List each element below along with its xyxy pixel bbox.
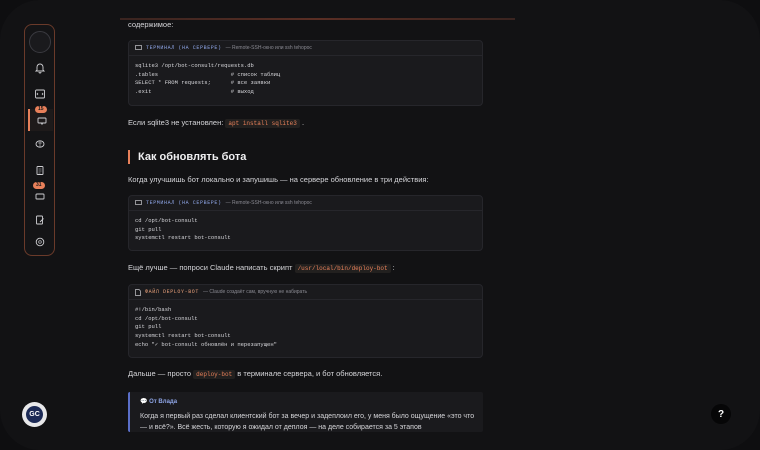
inline-code[interactable]: /usr/local/bin/deploy-bot [294, 264, 391, 273]
code-line: cd /opt/bot-consult [135, 217, 198, 224]
sidebar-badge: 31 [33, 182, 45, 189]
brand-logo[interactable]: GC [22, 402, 47, 427]
code-block-desc: — Remote-SSH-окно или ssh tehopoc [225, 200, 312, 206]
update-text: Когда улучшишь бот локально и запушишь —… [128, 175, 429, 184]
app-frame: 15 31 содержимое: ТЕРМИНАЛ (НА СЕРВЕРЕ) … [0, 0, 760, 450]
code-block-file: ФАЙЛ DEPLOY-BOT — Claude создаёт сам, вр… [128, 284, 483, 358]
code-block-tag: ФАЙЛ DEPLOY-BOT [145, 289, 200, 295]
section-heading: Как обновлять бота [128, 150, 246, 164]
note-suffix: : [392, 263, 395, 272]
code-block-body[interactable]: #!/bin/bash cd /opt/bot-consult git pull sy… [129, 300, 482, 356]
code-block-tag: ТЕРМИНАЛ (НА СЕРВЕРЕ) [146, 45, 222, 51]
code-block-tag: ТЕРМИНАЛ (НА СЕРВЕРЕ) [146, 200, 222, 206]
sidebar: 15 31 [24, 24, 55, 256]
code-line: sqlite3 /opt/bot-consult/requests.db [135, 62, 254, 69]
inline-code[interactable]: apt install sqlite3 [225, 119, 300, 128]
code-block-terminal-2: ТЕРМИНАЛ (НА СЕРВЕРЕ) — Remote-SSH-окно … [128, 195, 483, 251]
code-line: systemctl restart bot-consult [135, 332, 231, 340]
help-button[interactable]: ? [711, 404, 731, 424]
intro-text: содержимое: [128, 20, 174, 29]
note-suffix: . [301, 118, 305, 127]
edit-document-icon[interactable] [28, 209, 51, 231]
code-block-terminal-1: ТЕРМИНАЛ (НА СЕРВЕРЕ) — Remote-SSH-окно … [128, 40, 483, 106]
brain-icon[interactable] [28, 133, 51, 155]
code-window-icon[interactable] [28, 83, 51, 105]
reading-progress [120, 18, 515, 20]
code-line: git pull [135, 225, 162, 233]
code-block-header: ФАЙЛ DEPLOY-BOT — Claude создаёт сам, вр… [129, 285, 482, 300]
code-line: cd /opt/bot-consult [135, 314, 198, 322]
chat-icon[interactable] [28, 231, 51, 253]
better-note: Ещё лучше — попроси Claude написать скри… [128, 262, 395, 274]
quote-author-name: От Влада [149, 399, 178, 405]
note-suffix: в терминале сервера, и бот обновляется. [237, 369, 383, 378]
author-quote: 💬 От Влада Когда я первый раз сделал кли… [128, 392, 483, 432]
file-icon [135, 288, 141, 296]
then-note: Дальше — просто deploy-bot в терминале с… [128, 368, 382, 380]
note-text: Если sqlite3 не установлен: [128, 118, 224, 127]
code-block-body[interactable]: sqlite3 /opt/bot-consult/requests.db .tab… [129, 56, 482, 103]
sidebar-item-active[interactable]: 15 [28, 106, 53, 131]
note-text: Дальше — просто [128, 369, 192, 378]
logo-text: GC [26, 406, 43, 423]
note-text: Ещё лучше — попроси Claude написать скри… [128, 263, 293, 272]
code-line: echo "✓ bot-consult обновлён и перезапущ… [135, 340, 277, 348]
sidebar-item-badge[interactable]: 31 [28, 182, 51, 207]
code-line: SELECT * FROM requests; # все заявки [135, 79, 271, 87]
quote-text: Когда я первый раз сделал клиентский бот… [140, 413, 475, 431]
quote-author: 💬 От Влада [140, 398, 177, 405]
code-block-desc: — Remote-SSH-окно или ssh tehopoc [225, 45, 312, 51]
sqlite-note: Если sqlite3 не установлен: apt install … [128, 117, 304, 129]
bell-icon[interactable] [28, 57, 51, 79]
window-icon [35, 193, 44, 200]
code-line: .exit # выход [135, 88, 254, 96]
code-block-header: ТЕРМИНАЛ (НА СЕРВЕРЕ) — Remote-SSH-окно … [129, 41, 482, 56]
code-line: systemctl restart bot-consult [135, 234, 231, 242]
monitor-icon [37, 117, 46, 125]
code-block-desc: — Claude создаёт сам, вручную не набират… [203, 289, 308, 295]
terminal-icon [135, 200, 142, 205]
terminal-icon [135, 45, 142, 50]
inline-code[interactable]: deploy-bot [193, 370, 236, 379]
code-line: git pull [135, 323, 162, 331]
code-block-header: ТЕРМИНАЛ (НА СЕРВЕРЕ) — Remote-SSH-окно … [129, 196, 482, 211]
code-line: #!/bin/bash [135, 306, 172, 313]
sidebar-badge: 15 [35, 106, 47, 113]
code-line: .tables # список таблиц [135, 70, 281, 78]
avatar[interactable] [29, 31, 51, 53]
code-block-body[interactable]: cd /opt/bot-consult git pull systemctl res… [129, 211, 482, 249]
speech-bubble-icon: 💬 [140, 399, 148, 405]
clipboard-icon[interactable] [28, 159, 51, 181]
